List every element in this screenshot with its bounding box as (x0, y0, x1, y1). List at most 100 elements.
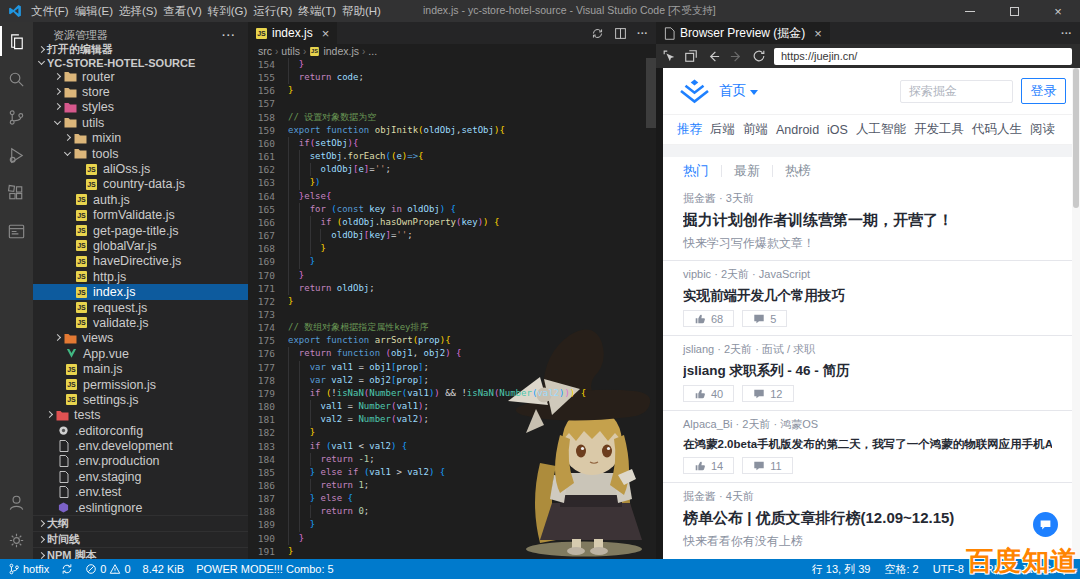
editor-scrollbar[interactable] (646, 58, 656, 128)
tab-close-icon[interactable]: × (322, 26, 330, 41)
menu-查看(V)[interactable]: 查看(V) (160, 4, 204, 19)
preview-more-icon[interactable]: ··· (1061, 27, 1072, 39)
tree-item-auth.js[interactable]: JSauth.js (33, 192, 248, 207)
article-title[interactable]: 实现前端开发几个常用技巧 (683, 287, 1052, 305)
status-sync[interactable] (61, 563, 73, 575)
account-icon[interactable] (0, 483, 33, 521)
tree-item-.editorconfig[interactable]: .editorconfig (33, 423, 248, 438)
tree-item-main.js[interactable]: JSmain.js (33, 361, 248, 376)
tree-item-globalVar.js[interactable]: JSglobalVar.js (33, 238, 248, 253)
like-button[interactable]: 14 (683, 457, 734, 474)
comment-button[interactable]: 11 (742, 457, 792, 474)
tree-item-tests[interactable]: tests (33, 408, 248, 423)
chat-fab-button[interactable] (1033, 512, 1058, 537)
sort-tab-最新[interactable]: 最新 (734, 162, 760, 180)
sidebar-section-NPM 脚本[interactable]: NPM 脚本 (33, 547, 248, 559)
juejin-logo[interactable] (680, 79, 709, 104)
split-editor-icon[interactable] (614, 27, 627, 40)
status-行 13, 列 39[interactable]: 行 13, 列 39 (812, 562, 871, 577)
status-UTF-8[interactable]: UTF-8 (933, 563, 964, 575)
article-item[interactable]: vipbic · 2天前 · JavaScript实现前端开发几个常用技巧685 (663, 260, 1072, 335)
tree-item-.eslintignore[interactable]: .eslintignore (33, 500, 248, 515)
tree-item-mixin[interactable]: mixin (33, 131, 248, 146)
open-editors-section[interactable]: 打开的编辑器 (33, 42, 248, 57)
juejin-login-button[interactable]: 登录 (1021, 78, 1066, 104)
tree-item-.env.production[interactable]: .env.production (33, 454, 248, 469)
status-0[interactable]: 00 (85, 563, 130, 575)
nav-推荐[interactable]: 推荐 (673, 121, 706, 138)
status-8.42 KiB[interactable]: 8.42 KiB (143, 563, 185, 575)
nav-阅读[interactable]: 阅读 (1026, 121, 1059, 138)
nav-开发工具[interactable]: 开发工具 (910, 121, 968, 138)
tree-item-styles[interactable]: styles (33, 100, 248, 115)
page-scrollbar[interactable] (1072, 68, 1080, 559)
nav-人工智能[interactable]: 人工智能 (852, 121, 910, 138)
tree-item-.env.staging[interactable]: .env.staging (33, 469, 248, 484)
tree-item-index.js[interactable]: JSindex.js (33, 284, 248, 299)
tree-item-validate.js[interactable]: JSvalidate.js (33, 315, 248, 330)
status-hotfix[interactable]: hotfix (8, 563, 49, 575)
tree-item-views[interactable]: views (33, 331, 248, 346)
reload-icon[interactable] (752, 49, 766, 63)
juejin-search-input[interactable]: 探索掘金 (900, 80, 1013, 103)
tree-item-router[interactable]: router (33, 69, 248, 84)
menu-选择(S)[interactable]: 选择(S) (116, 4, 160, 19)
nav-代码人生[interactable]: 代码人生 (968, 121, 1026, 138)
maximize-button[interactable] (992, 0, 1036, 22)
nav-前端[interactable]: 前端 (739, 121, 772, 138)
sidebar-section-时间线[interactable]: 时间线 (33, 531, 248, 547)
tree-item-tools[interactable]: tools (33, 146, 248, 161)
tree-item-formValidate.js[interactable]: JSformValidate.js (33, 208, 248, 223)
code-editor[interactable]: 154}155return code;156}157158// 设置对象数据为空… (248, 58, 656, 559)
inspect-icon[interactable] (662, 49, 676, 63)
extensions-icon[interactable] (0, 174, 33, 212)
project-root-section[interactable]: YC-STORE-HOTEL-SOURCE (33, 57, 248, 69)
menu-文件(F)[interactable]: 文件(F) (28, 4, 72, 19)
article-item[interactable]: jsliang · 2天前 · 面试 / 求职jsliang 求职系列 - 46… (663, 335, 1072, 410)
open-window-icon[interactable] (684, 49, 698, 63)
menu-终端(T)[interactable]: 终端(T) (295, 4, 339, 19)
article-item[interactable]: Alpaca_Bi · 2天前 · 鸿蒙OS在鸿蒙2.0beta手机版发布的第二… (663, 410, 1072, 482)
comment-button[interactable]: 12 (742, 385, 793, 402)
open-changes-icon[interactable] (591, 27, 604, 40)
tree-item-http.js[interactable]: JShttp.js (33, 269, 248, 284)
menu-编辑(E)[interactable]: 编辑(E) (72, 4, 116, 19)
article-title[interactable]: jsliang 求职系列 - 46 - 简历 (683, 362, 1052, 380)
explorer-icon[interactable] (0, 22, 33, 60)
tree-item-.env.test[interactable]: .env.test (33, 485, 248, 500)
breadcrumb[interactable]: src›utils›JSindex.js›... (248, 44, 656, 58)
article-title[interactable]: 掘力计划创作者训练营第一期，开营了！ (683, 211, 1052, 230)
article-title[interactable]: 在鸿蒙2.0beta手机版发布的第二天，我写了一个鸿蒙的物联网应用手机APP (683, 437, 1052, 452)
tree-item-App.vue[interactable]: App.vue (33, 346, 248, 361)
nav-后端[interactable]: 后端 (706, 121, 739, 138)
minimize-button[interactable] (948, 0, 992, 22)
juejin-home-menu[interactable]: 首页 (719, 82, 758, 100)
close-button[interactable]: × (1036, 0, 1080, 22)
tree-item-store[interactable]: store (33, 84, 248, 99)
preview-tab-close-icon[interactable]: × (814, 26, 822, 41)
article-item[interactable]: 掘金酱 · 3天前掘力计划创作者训练营第一期，开营了！快来学习写作爆款文章！ (663, 185, 1072, 260)
tree-item-country-data.js[interactable]: JScountry-data.js (33, 177, 248, 192)
status-空格: 2[interactable]: 空格: 2 (885, 562, 919, 577)
tree-item-.env.development[interactable]: .env.development (33, 438, 248, 453)
tree-item-aliOss.js[interactable]: JSaliOss.js (33, 161, 248, 176)
sidebar-section-大纲[interactable]: 大纲 (33, 515, 248, 531)
tree-item-haveDirective.js[interactable]: JShaveDirective.js (33, 254, 248, 269)
article-title[interactable]: 榜单公布 | 优质文章排行榜(12.09~12.15) (683, 509, 1052, 528)
like-button[interactable]: 68 (683, 310, 734, 327)
search-icon[interactable] (0, 60, 33, 98)
tab-browser-preview[interactable]: Browser Preview (掘金) × (656, 22, 830, 44)
tree-item-get-page-title.js[interactable]: JSget-page-title.js (33, 223, 248, 238)
url-bar[interactable]: https://juejin.cn/ (774, 48, 1072, 65)
comment-button[interactable]: 5 (742, 310, 787, 327)
tree-item-utils[interactable]: utils (33, 115, 248, 130)
sort-tab-热榜[interactable]: 热榜 (785, 162, 811, 180)
explorer-more-icon[interactable]: ··· (222, 29, 240, 41)
forward-icon[interactable] (729, 49, 744, 64)
nav-iOS[interactable]: iOS (823, 123, 852, 137)
source-control-icon[interactable] (0, 98, 33, 136)
run-debug-icon[interactable] (0, 136, 33, 174)
tab-index-js[interactable]: JS index.js × (248, 22, 337, 44)
status-POWER MODE!!! Combo: 5[interactable]: POWER MODE!!! Combo: 5 (196, 563, 334, 575)
nav-Android[interactable]: Android (772, 123, 823, 137)
